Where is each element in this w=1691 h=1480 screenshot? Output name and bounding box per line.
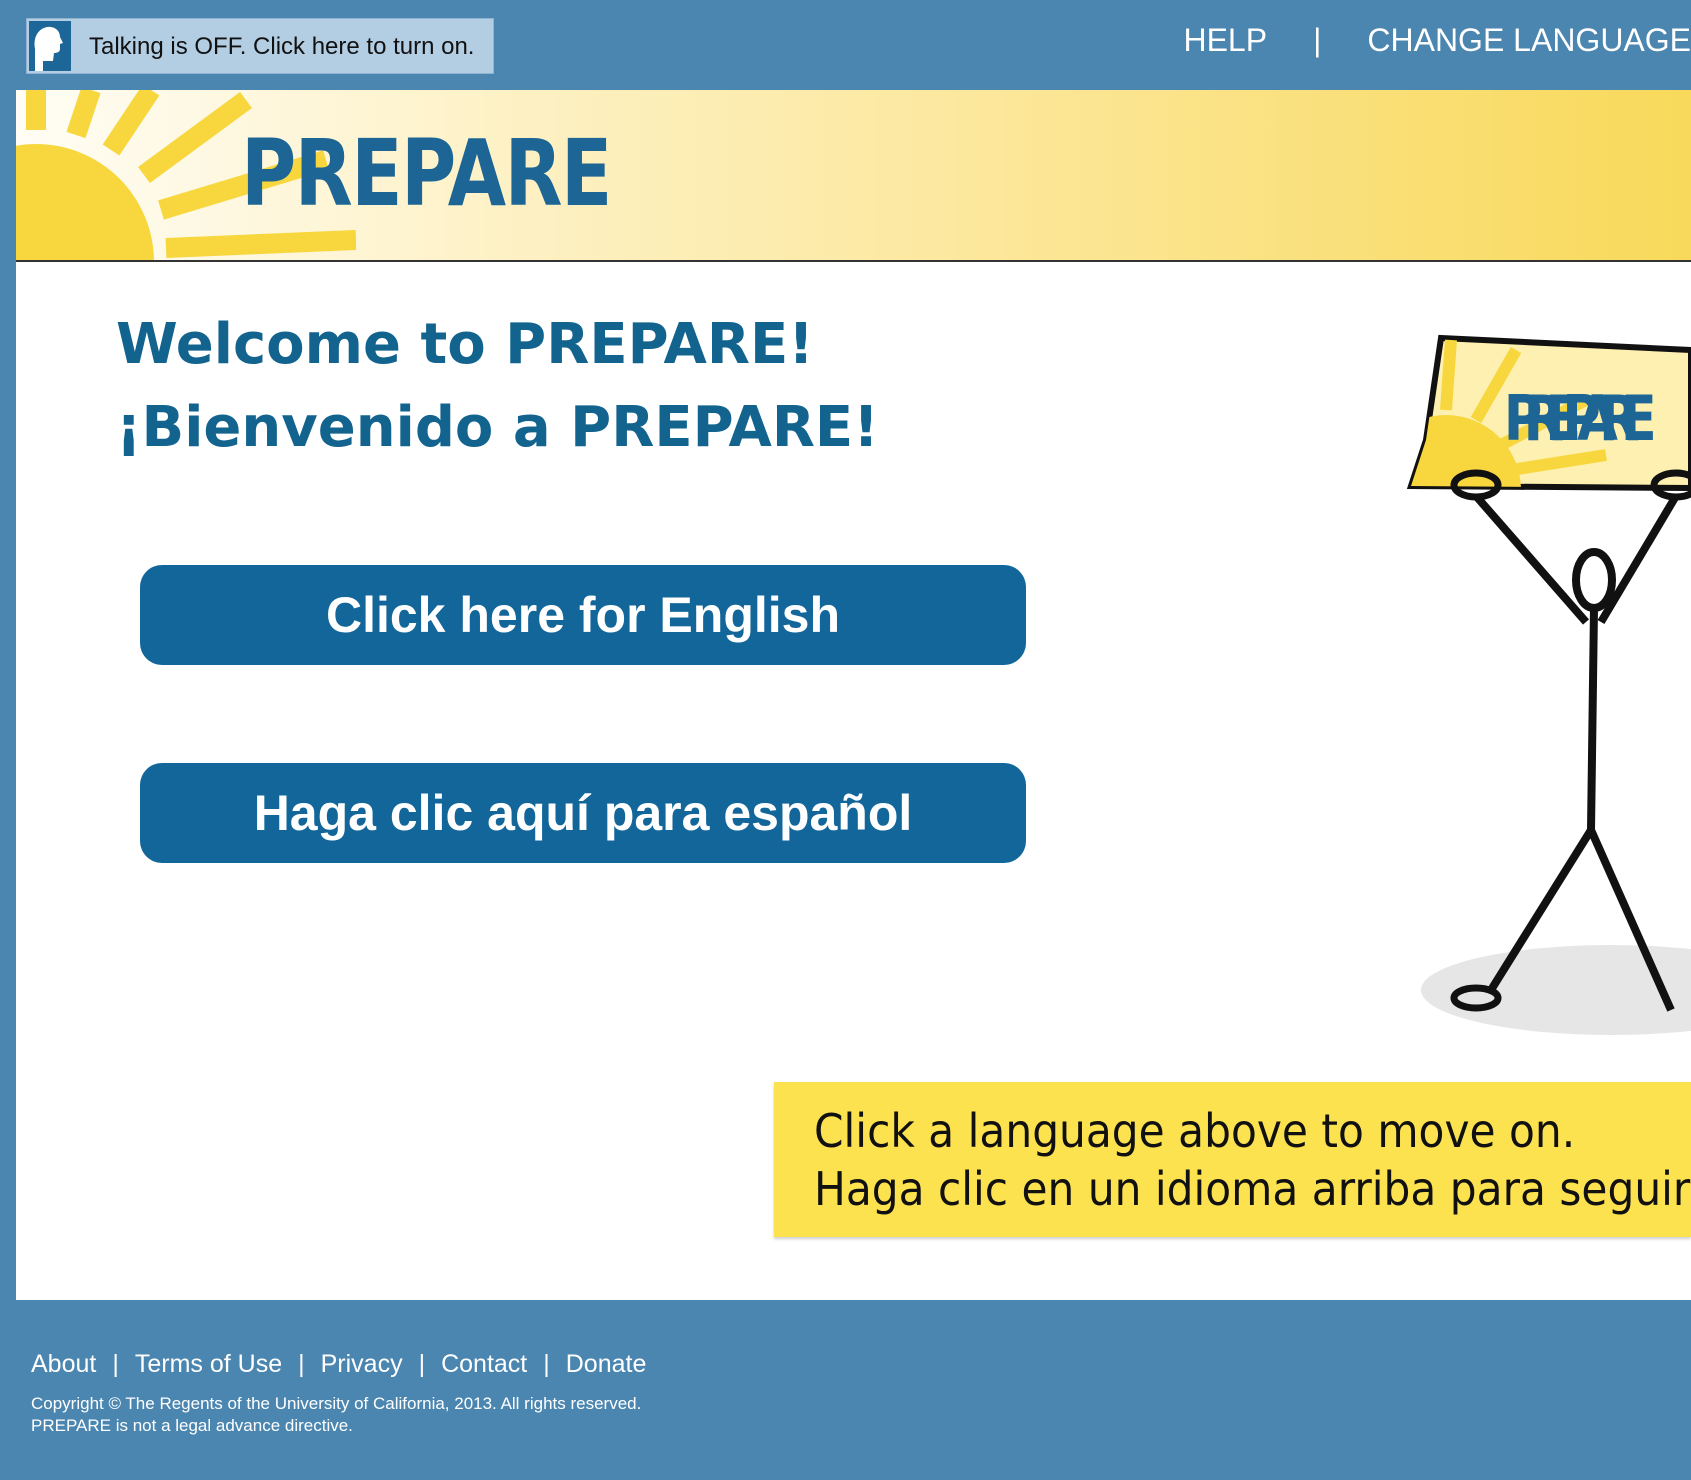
instruction-callout: Click a language above to move on. Haga …: [774, 1082, 1691, 1237]
footer-link-about[interactable]: About: [31, 1350, 96, 1379]
footer-link-donate[interactable]: Donate: [566, 1350, 647, 1379]
stick-figure-illustration: PREPARE: [1406, 334, 1691, 1035]
brand-logo-text: PREPARE: [241, 120, 612, 227]
disclaimer-text: PREPARE is not a legal advance directive…: [31, 1416, 353, 1435]
welcome-heading-en: Welcome to PREPARE!: [116, 312, 814, 377]
footer-link-privacy[interactable]: Privacy: [321, 1350, 403, 1379]
top-nav: HELP | CHANGE LANGUAGE: [1183, 20, 1691, 60]
main-panel: PREPARE Welcome to PREPARE! ¡Bienvenido …: [16, 90, 1691, 1300]
nav-separator: |: [1313, 21, 1322, 58]
copyright-text: Copyright © The Regents of the Universit…: [31, 1394, 642, 1413]
help-link[interactable]: HELP: [1183, 22, 1267, 59]
footer-separator: |: [543, 1350, 550, 1378]
footer-link-terms[interactable]: Terms of Use: [135, 1350, 282, 1379]
instruction-text-en: Click a language above to move on.: [814, 1104, 1576, 1158]
footer: About | Terms of Use | Privacy | Contact…: [31, 1350, 646, 1437]
copyright-block: Copyright © The Regents of the Universit…: [31, 1393, 646, 1437]
instruction-text-es: Haga clic en un idioma arriba para segui…: [814, 1162, 1691, 1216]
welcome-heading-es: ¡Bienvenido a PREPARE!: [116, 395, 879, 460]
talking-status-label: Talking is OFF. Click here to turn on.: [89, 33, 475, 60]
english-button[interactable]: Click here for English: [140, 565, 1026, 665]
footer-separator: |: [112, 1350, 119, 1378]
footer-link-contact[interactable]: Contact: [441, 1350, 527, 1379]
speaking-head-icon: [29, 21, 71, 71]
talking-toggle-button[interactable]: Talking is OFF. Click here to turn on.: [26, 18, 494, 74]
top-bar: Talking is OFF. Click here to turn on. H…: [0, 0, 1691, 90]
header-banner: PREPARE: [16, 90, 1691, 262]
sign-text: PREPARE: [1504, 383, 1657, 455]
sign-board: PREPARE: [1406, 334, 1691, 492]
footer-links: About | Terms of Use | Privacy | Contact…: [31, 1350, 646, 1379]
change-language-link[interactable]: CHANGE LANGUAGE: [1367, 22, 1691, 59]
footer-separator: |: [298, 1350, 305, 1378]
footer-separator: |: [418, 1350, 426, 1378]
spanish-button[interactable]: Haga clic aquí para español: [140, 763, 1026, 863]
